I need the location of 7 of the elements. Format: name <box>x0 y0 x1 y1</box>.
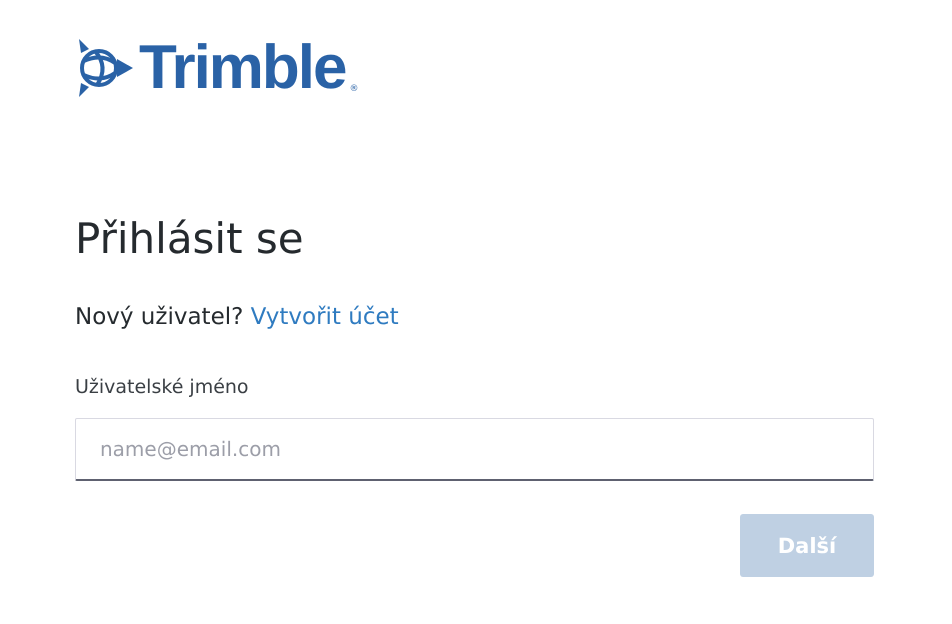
signup-prompt: Nový uživatel? <box>75 304 244 330</box>
field-label: Uživatelské jméno <box>75 376 250 398</box>
create-account-link[interactable]: Vytvořit účet <box>250 304 399 330</box>
registered-mark: ® <box>350 84 359 94</box>
logo-wordmark: Trimble <box>139 37 346 99</box>
page-title: Přihlásit se <box>75 214 305 264</box>
username-field[interactable]: name@email.com <box>75 418 874 482</box>
